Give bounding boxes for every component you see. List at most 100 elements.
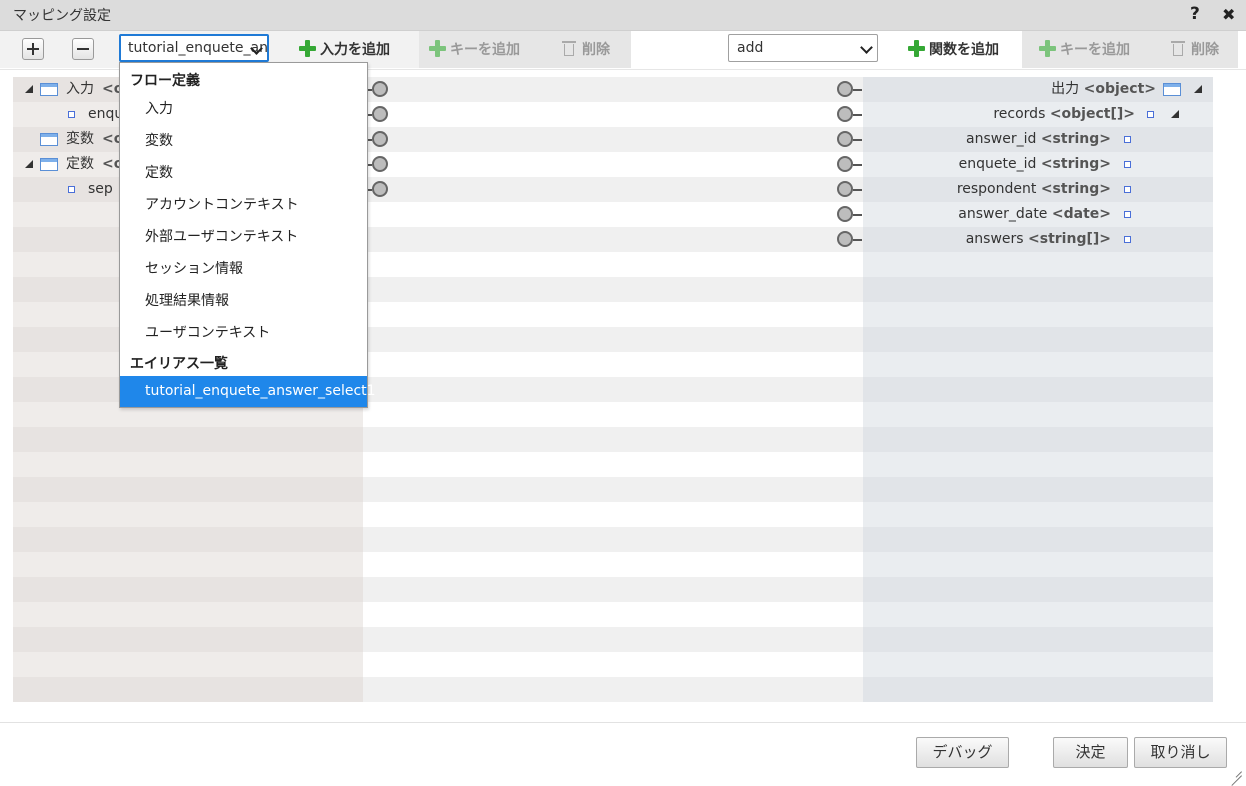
input-source-dropdown[interactable]: フロー定義 入力 変数 定数 アカウントコンテキスト 外部ユーザコンテキスト セ… bbox=[119, 62, 376, 408]
help-icon[interactable]: ? bbox=[1190, 4, 1200, 24]
output-node-type: <object> bbox=[1083, 81, 1156, 97]
delete-label: 削除 bbox=[582, 42, 610, 58]
records-node-type: <object[]> bbox=[1049, 106, 1135, 122]
connector-handle[interactable] bbox=[372, 106, 388, 122]
input-node-label: 入力 bbox=[66, 81, 94, 97]
plus-icon bbox=[429, 40, 446, 57]
connector-handle[interactable] bbox=[837, 206, 853, 222]
connector-handle[interactable] bbox=[372, 81, 388, 97]
add-input-button[interactable]: 入力を追加 bbox=[299, 39, 390, 59]
answers-type: <string[]> bbox=[1028, 231, 1111, 247]
add-function-button[interactable]: 関数を追加 bbox=[908, 39, 999, 59]
add-key-button-right[interactable]: キーを追加 bbox=[1039, 39, 1130, 59]
ok-button[interactable]: 決定 bbox=[1053, 737, 1128, 768]
add-function-label: 関数を追加 bbox=[929, 42, 999, 58]
connector-handle[interactable] bbox=[837, 156, 853, 172]
add-key-label: キーを追加 bbox=[450, 42, 520, 58]
connector-handle[interactable] bbox=[837, 231, 853, 247]
enquete-id-label: enquete_id bbox=[958, 156, 1037, 172]
trash-icon bbox=[562, 40, 576, 56]
dropdown-item-result-info[interactable]: 処理結果情報 bbox=[145, 290, 229, 310]
records-node-label: records bbox=[993, 106, 1046, 122]
connector-handle[interactable] bbox=[372, 131, 388, 147]
object-icon bbox=[40, 158, 58, 171]
connector-handle[interactable] bbox=[372, 156, 388, 172]
expand-all-button[interactable] bbox=[22, 38, 44, 60]
add-key-label: キーを追加 bbox=[1060, 42, 1130, 58]
function-select[interactable]: add bbox=[728, 34, 878, 62]
plus-icon bbox=[299, 40, 316, 57]
input-source-select[interactable]: tutorial_enquete_answer_select1 bbox=[119, 34, 269, 62]
output-node[interactable]: 出力 <object> bbox=[863, 77, 1213, 102]
dialog-title: マッピング設定 bbox=[13, 8, 111, 24]
dropdown-item-session-info[interactable]: セッション情報 bbox=[145, 258, 243, 278]
close-icon[interactable]: ✖ bbox=[1222, 5, 1235, 24]
answer-date-node[interactable]: answer_date <date> bbox=[863, 202, 1213, 227]
object-icon bbox=[40, 133, 58, 146]
delete-button-left[interactable]: 削除 bbox=[561, 39, 610, 59]
add-key-button-left[interactable]: キーを追加 bbox=[429, 39, 520, 59]
sep-node-label: sep bbox=[88, 181, 113, 197]
dropdown-item-constant[interactable]: 定数 bbox=[145, 162, 173, 182]
enquete-id-type: <string> bbox=[1040, 156, 1111, 172]
plus-icon bbox=[1039, 40, 1056, 57]
connector-handle[interactable] bbox=[837, 131, 853, 147]
footer-divider bbox=[0, 722, 1246, 723]
debug-button[interactable]: デバッグ bbox=[916, 737, 1009, 768]
dialog-titlebar: マッピング設定 ? ✖ bbox=[0, 0, 1246, 31]
answer-date-label: answer_date bbox=[958, 206, 1048, 222]
cancel-button[interactable]: 取り消し bbox=[1134, 737, 1227, 768]
field-icon bbox=[68, 111, 75, 118]
constant-node-label: 定数 bbox=[66, 156, 94, 172]
enquete-id-node[interactable]: enquete_id <string> bbox=[863, 152, 1213, 177]
answer-id-node[interactable]: answer_id <string> bbox=[863, 127, 1213, 152]
respondent-label: respondent bbox=[956, 181, 1037, 197]
answers-label: answers bbox=[965, 231, 1024, 247]
dropdown-group-alias: エイリアス一覧 bbox=[130, 356, 228, 372]
records-node[interactable]: records <object[]> bbox=[863, 102, 1213, 127]
collapse-triangle-icon[interactable] bbox=[25, 85, 33, 93]
dropdown-item-account-context[interactable]: アカウントコンテキスト bbox=[145, 194, 299, 214]
field-icon bbox=[1124, 236, 1131, 243]
field-icon bbox=[1124, 211, 1131, 218]
field-icon bbox=[1124, 136, 1131, 143]
resize-grip-icon[interactable] bbox=[1230, 764, 1242, 776]
trash-icon bbox=[1171, 40, 1185, 56]
collapse-triangle-icon[interactable] bbox=[1194, 85, 1202, 93]
field-icon bbox=[1124, 186, 1131, 193]
field-icon bbox=[68, 186, 75, 193]
connector-handle[interactable] bbox=[837, 181, 853, 197]
mapping-canvas[interactable] bbox=[363, 77, 863, 702]
object-icon bbox=[1163, 83, 1181, 96]
respondent-node[interactable]: respondent <string> bbox=[863, 177, 1213, 202]
answers-node[interactable]: answers <string[]> bbox=[863, 227, 1213, 252]
answer-id-label: answer_id bbox=[966, 131, 1037, 147]
enqu-node-label: enqu bbox=[88, 106, 124, 122]
collapse-all-button[interactable] bbox=[72, 38, 94, 60]
dropdown-group-flow: フロー定義 bbox=[130, 73, 200, 89]
field-icon bbox=[1147, 111, 1154, 118]
connector-handle[interactable] bbox=[837, 106, 853, 122]
object-icon bbox=[40, 83, 58, 96]
input-source-select-value: tutorial_enquete_answer_select1 bbox=[128, 40, 268, 56]
dropdown-item-variable[interactable]: 変数 bbox=[145, 130, 173, 150]
function-select-value: add bbox=[737, 40, 764, 56]
dropdown-item-selected-alias[interactable]: tutorial_enquete_answer_select1 bbox=[120, 376, 376, 407]
chevron-down-icon bbox=[860, 41, 873, 54]
connector-handle[interactable] bbox=[372, 181, 388, 197]
respondent-type: <string> bbox=[1040, 181, 1111, 197]
dropdown-item-external-user-context[interactable]: 外部ユーザコンテキスト bbox=[145, 226, 298, 246]
delete-button-right[interactable]: 削除 bbox=[1170, 39, 1219, 59]
field-icon bbox=[1124, 161, 1131, 168]
delete-label: 削除 bbox=[1191, 42, 1219, 58]
dropdown-item-input[interactable]: 入力 bbox=[145, 98, 173, 118]
collapse-triangle-icon[interactable] bbox=[25, 160, 33, 168]
answer-id-type: <string> bbox=[1040, 131, 1111, 147]
output-node-label: 出力 bbox=[1051, 81, 1080, 97]
answer-date-type: <date> bbox=[1051, 206, 1111, 222]
dropdown-item-user-context[interactable]: ユーザコンテキスト bbox=[145, 322, 270, 342]
collapse-triangle-icon[interactable] bbox=[1171, 110, 1179, 118]
connector-handle[interactable] bbox=[837, 81, 853, 97]
plus-icon bbox=[908, 40, 925, 57]
variable-node-label: 変数 bbox=[66, 131, 94, 147]
